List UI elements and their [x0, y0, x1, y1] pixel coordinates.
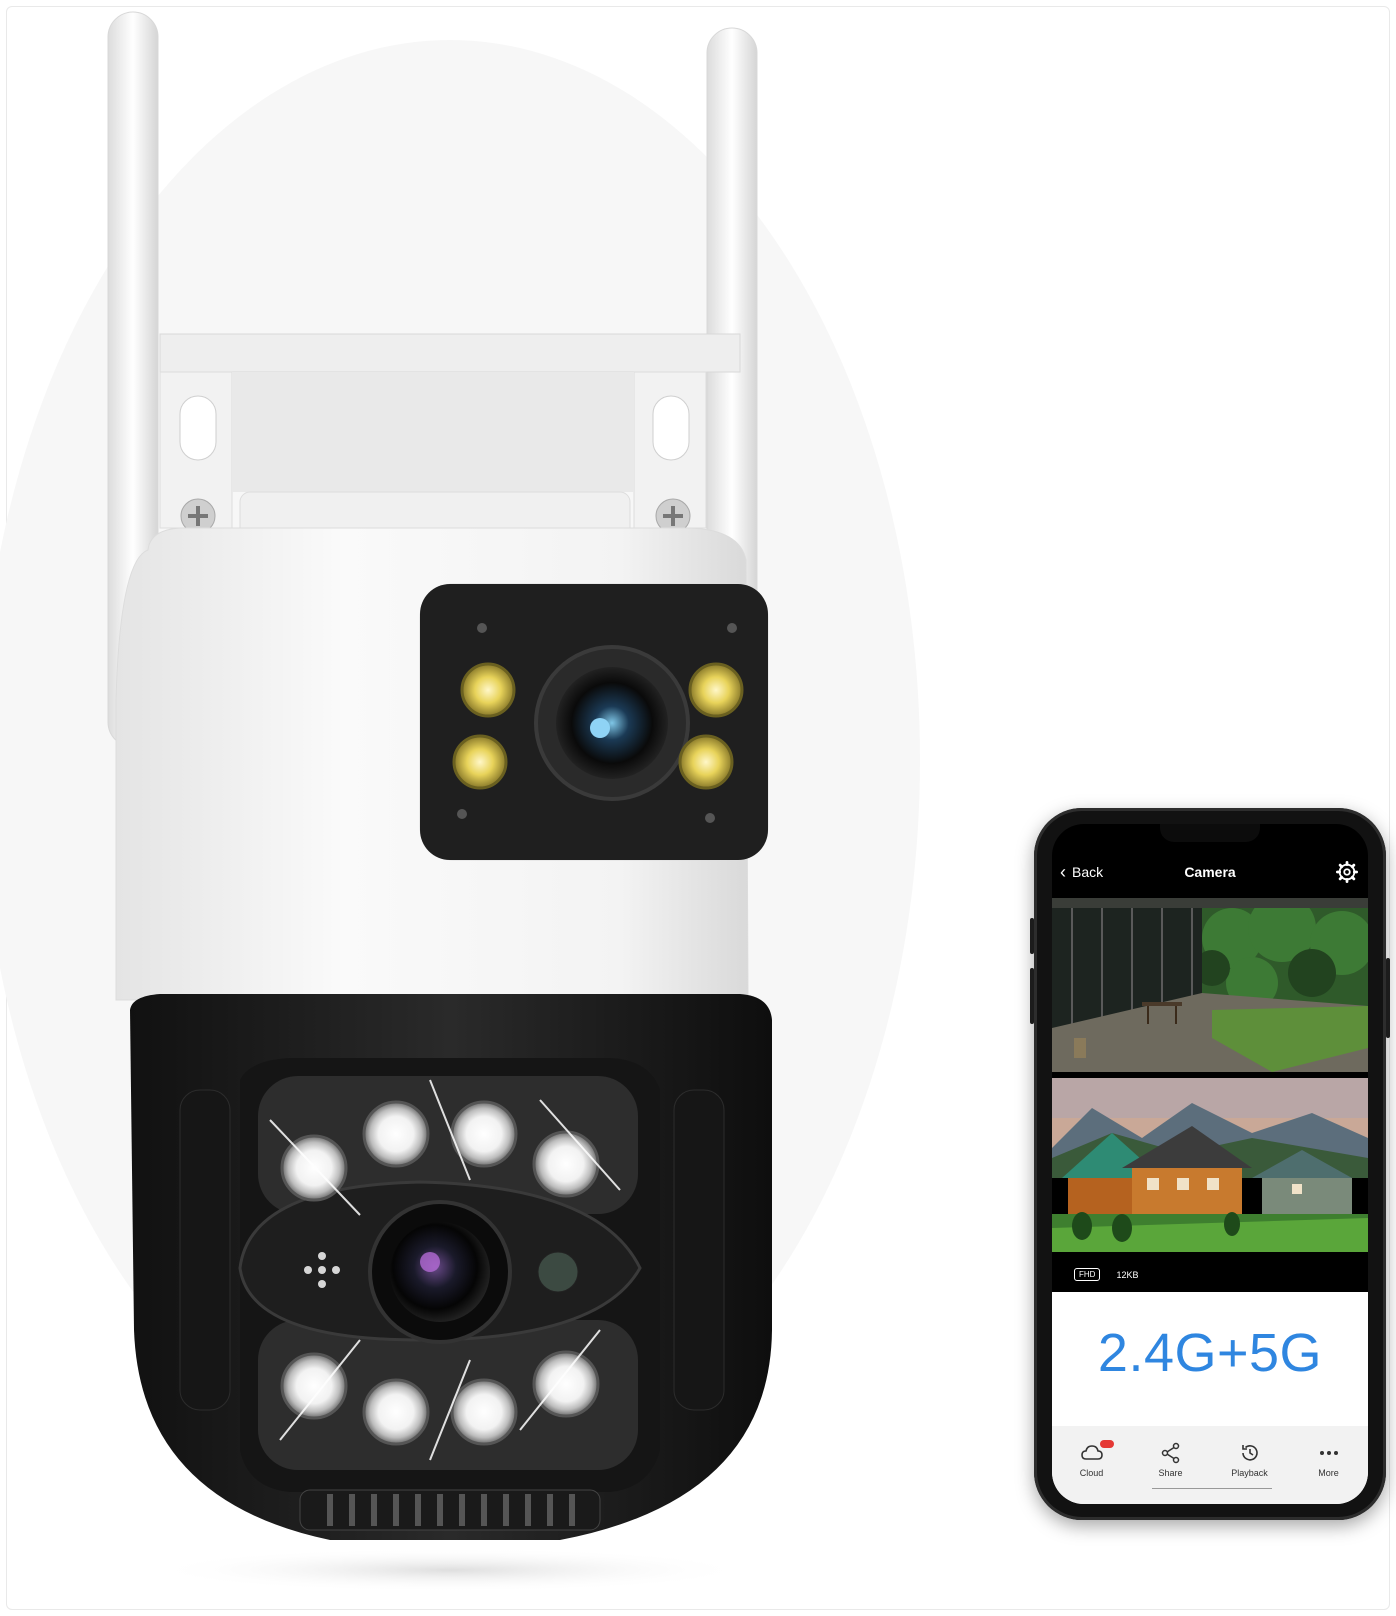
tab-label: Cloud: [1079, 1468, 1104, 1478]
tab-cloud[interactable]: Cloud: [1052, 1440, 1131, 1494]
tab-label: More: [1318, 1468, 1339, 1478]
app-header: ‹ Back Camera: [1052, 856, 1368, 892]
phone-screen: ‹ Back Camera FHD 12KB 2.4G+5G Cloud Sha…: [1052, 824, 1368, 1504]
phone-side-button: [1030, 918, 1034, 954]
bottom-tab-bar: Cloud Share Playback More: [1052, 1440, 1368, 1494]
phone-notch: [1160, 824, 1260, 842]
tab-indicator-line: [1152, 1488, 1272, 1489]
camera-feed-1[interactable]: [1052, 898, 1368, 1072]
tab-share[interactable]: Share: [1131, 1442, 1210, 1494]
share-icon: [1161, 1442, 1179, 1464]
tab-playback[interactable]: Playback: [1210, 1442, 1289, 1494]
cloud-badge: [1100, 1440, 1114, 1448]
wifi-band-text: 2.4G+5G: [1097, 1323, 1323, 1383]
tab-label: Playback: [1231, 1468, 1268, 1478]
stream-info: FHD 12KB: [1074, 1268, 1138, 1281]
tab-label: Share: [1158, 1468, 1183, 1478]
smartphone: ‹ Back Camera FHD 12KB 2.4G+5G Cloud Sha…: [1030, 808, 1390, 1520]
more-icon: [1319, 1451, 1338, 1455]
history-icon: [1241, 1445, 1258, 1461]
page-title: Camera: [1184, 864, 1236, 880]
app-bottom-panel: 2.4G+5G Cloud Share Playback More: [1052, 1292, 1368, 1504]
camera-feed-2[interactable]: [1052, 1078, 1368, 1252]
bitrate-label: 12KB: [1116, 1269, 1139, 1280]
gear-icon[interactable]: [1336, 861, 1358, 883]
quality-badge[interactable]: FHD: [1074, 1268, 1101, 1281]
tab-more[interactable]: More: [1289, 1442, 1368, 1494]
phone-power-button: [1386, 958, 1390, 1038]
phone-volume-up: [1030, 968, 1034, 1024]
